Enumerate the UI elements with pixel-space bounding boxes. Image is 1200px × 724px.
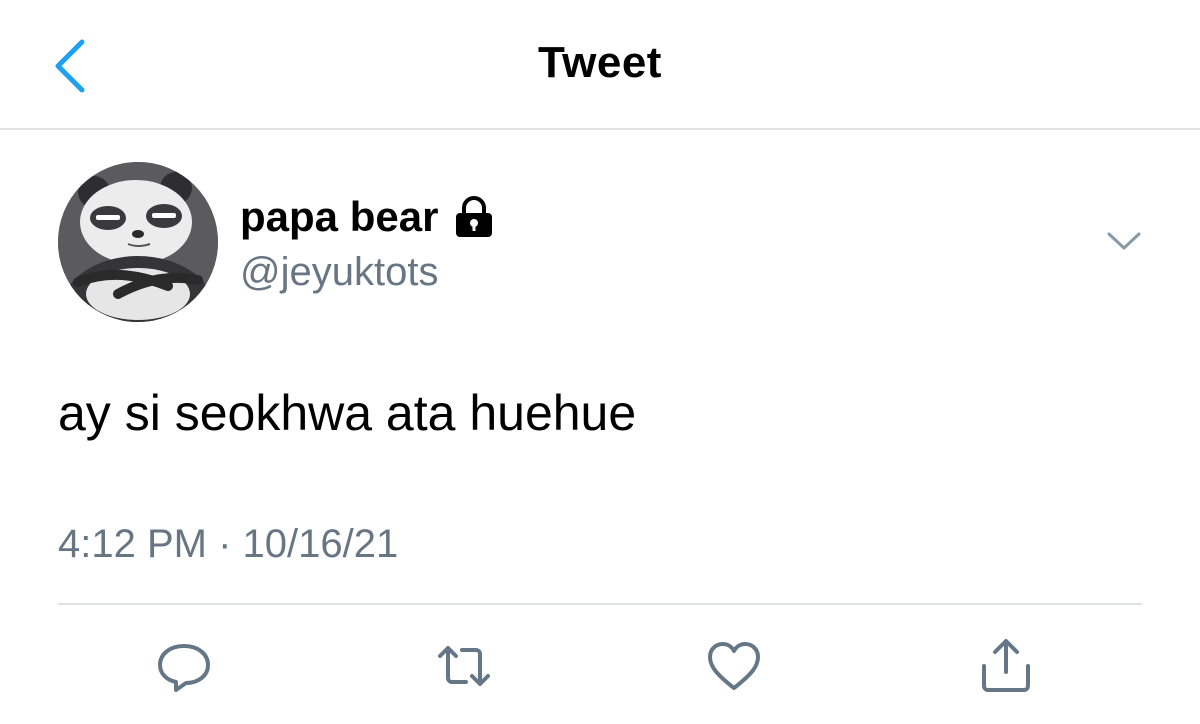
- share-button[interactable]: [976, 636, 1036, 696]
- like-button[interactable]: [704, 636, 764, 696]
- author-name[interactable]: papa bear: [240, 192, 438, 242]
- reply-button[interactable]: [154, 636, 214, 696]
- tweet-timestamp: 4:12 PM · 10/16/21: [58, 522, 399, 566]
- author-row[interactable]: papa bear: [240, 192, 496, 242]
- page-title: Tweet: [538, 38, 662, 87]
- reply-icon: [158, 644, 210, 692]
- avatar[interactable]: [58, 162, 218, 322]
- like-icon: [708, 642, 760, 690]
- retweet-icon: [438, 646, 490, 686]
- chevron-down-icon: [1107, 232, 1141, 250]
- lock-icon: [452, 196, 496, 238]
- share-icon: [982, 639, 1030, 692]
- author-handle[interactable]: @jeyuktots: [240, 248, 438, 296]
- top-bar: Tweet: [0, 0, 1200, 130]
- divider: [58, 603, 1142, 605]
- more-options-button[interactable]: [1104, 226, 1144, 256]
- retweet-button[interactable]: [434, 636, 494, 696]
- panda-avatar-image: [58, 162, 218, 322]
- tweet-text: ay si seokhwa ata huehue: [58, 385, 637, 441]
